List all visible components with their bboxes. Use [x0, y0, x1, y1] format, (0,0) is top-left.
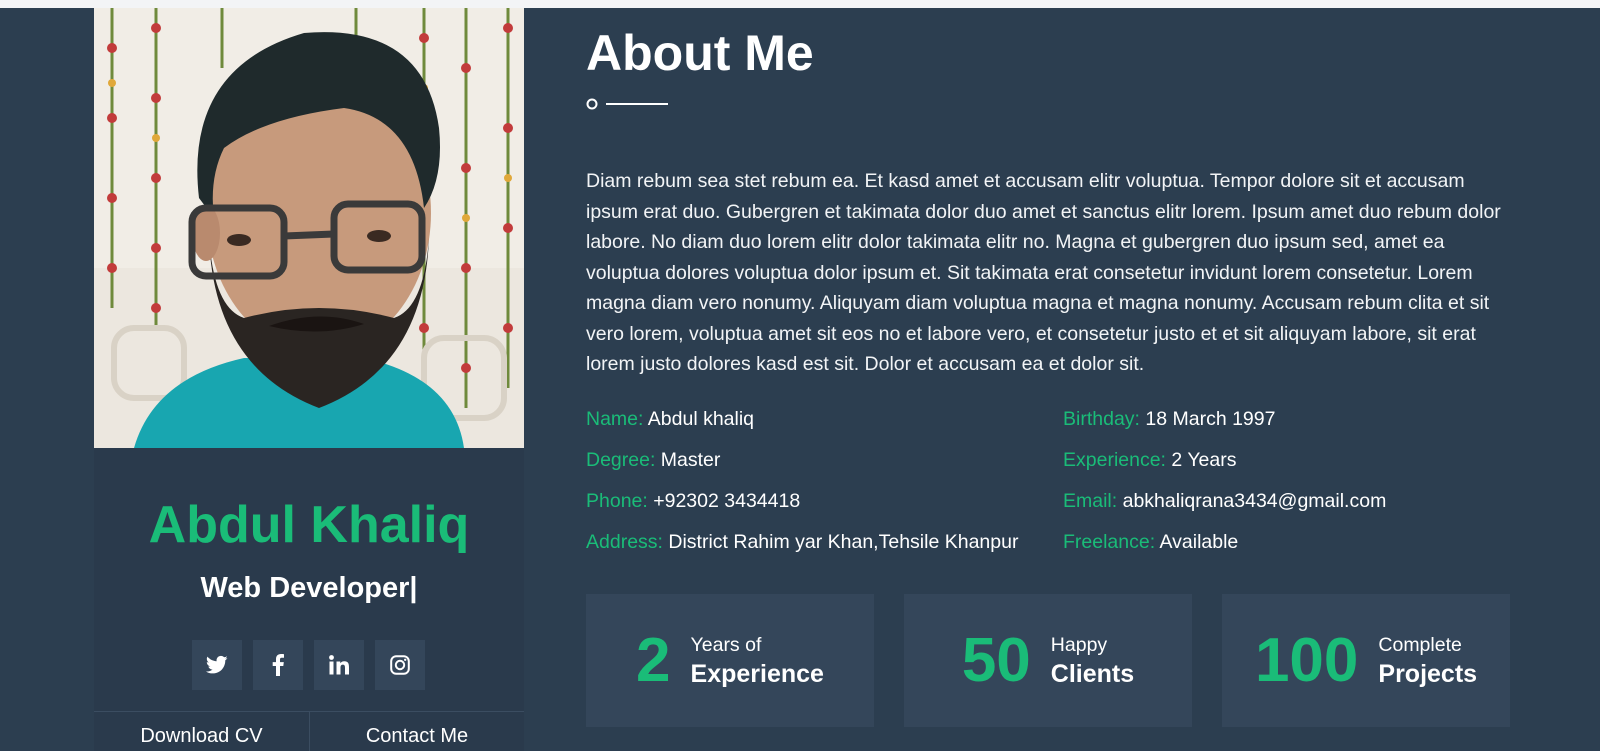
info-label: Birthday: [1063, 408, 1140, 430]
top-strip [0, 0, 1600, 8]
info-value: District Rahim yar Khan,Tehsile Khanpur [668, 531, 1019, 553]
stat-number: 50 [961, 626, 1031, 695]
title-divider [586, 98, 668, 110]
info-value: abkhaliqrana3434@gmail.com [1122, 490, 1387, 512]
info-phone: Phone: +92302 3434418 [586, 488, 1018, 529]
stat-line1: Years of [690, 633, 762, 656]
info-label: Degree: [586, 449, 656, 471]
profile-photo [94, 8, 524, 448]
stats-row: 2 Years of Experience 50 Happy Clients 1… [586, 594, 1510, 727]
profile-name: Abdul Khaliq [148, 496, 470, 554]
about-bio: Diam rebum sea stet rebum ea. Et kasd am… [586, 170, 1501, 375]
info-label: Email: [1063, 490, 1118, 512]
info-value: 2 Years [1171, 449, 1237, 471]
info-address: Address: District Rahim yar Khan,Tehsile… [586, 529, 1018, 570]
info-value: +92302 3434418 [653, 490, 801, 512]
facebook-button[interactable] [253, 640, 303, 690]
stat-caption: Complete Projects [1378, 632, 1477, 690]
stat-line2: Clients [1050, 659, 1135, 688]
download-cv-button[interactable]: Download CV [94, 712, 309, 751]
linkedin-icon [329, 655, 349, 675]
info-label: Name: [586, 408, 644, 430]
stat-caption: Years of Experience [691, 632, 824, 690]
info-name: Name: Abdul khaliq [586, 406, 1018, 447]
facebook-icon [272, 654, 284, 676]
info-label: Address: [586, 531, 663, 553]
info-label: Experience: [1063, 449, 1166, 471]
info-list-right: Birthday: 18 March 1997 Experience: 2 Ye… [1063, 406, 1386, 570]
info-birthday: Birthday: 18 March 1997 [1063, 406, 1386, 447]
info-label: Freelance: [1063, 531, 1156, 553]
stat-line2: Experience [690, 659, 824, 688]
instagram-icon [390, 655, 410, 675]
stat-line1: Complete [1378, 633, 1462, 656]
info-degree: Degree: Master [586, 447, 1018, 488]
stat-line2: Projects [1378, 659, 1478, 688]
info-freelance: Freelance: Available [1063, 529, 1386, 570]
instagram-button[interactable] [375, 640, 425, 690]
info-value: Available [1159, 531, 1239, 553]
stat-line1: Happy [1050, 633, 1108, 656]
linkedin-button[interactable] [314, 640, 364, 690]
stat-number: 2 [636, 626, 671, 695]
contact-me-button[interactable]: Contact Me [309, 712, 524, 751]
stat-number: 100 [1254, 626, 1359, 695]
info-label: Phone: [586, 490, 648, 512]
info-experience: Experience: 2 Years [1063, 447, 1386, 488]
info-email: Email: abkhaliqrana3434@gmail.com [1063, 488, 1386, 529]
profile-card: Abdul Khaliq Web Developer| Download CV … [94, 8, 524, 751]
stat-clients: 50 Happy Clients [904, 594, 1192, 727]
about-title: About Me [586, 25, 814, 81]
stat-experience: 2 Years of Experience [586, 594, 874, 727]
info-value: Abdul khaliq [647, 408, 755, 430]
stat-projects: 100 Complete Projects [1222, 594, 1510, 727]
profile-actions: Download CV Contact Me [94, 711, 524, 751]
profile-role: Web Developer| [200, 572, 418, 604]
info-list-left: Name: Abdul khaliq Degree: Master Phone:… [586, 406, 1018, 570]
social-links [192, 640, 425, 690]
info-value: Master [660, 449, 721, 471]
twitter-button[interactable] [192, 640, 242, 690]
stat-caption: Happy Clients [1051, 632, 1134, 690]
twitter-icon [206, 655, 228, 674]
info-value: 18 March 1997 [1145, 408, 1276, 430]
